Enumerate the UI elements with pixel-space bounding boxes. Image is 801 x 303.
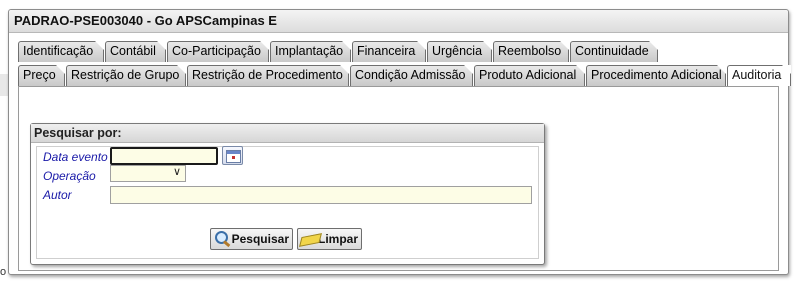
data-evento-input[interactable] bbox=[110, 147, 218, 165]
tab-identificacao[interactable]: Identificação bbox=[18, 41, 104, 62]
data-evento-label: Data evento bbox=[43, 150, 108, 164]
chevron-down-icon: ∨ bbox=[172, 166, 181, 178]
background-text-fragment: o bbox=[0, 266, 7, 278]
eraser-icon bbox=[299, 230, 322, 248]
tab-restricao-procedimento[interactable]: Restrição de Procedimento bbox=[187, 65, 349, 86]
autor-input[interactable] bbox=[110, 186, 532, 204]
calendar-icon bbox=[226, 150, 241, 163]
tab-content-panel: Pesquisar por: Data evento Operação ∨ Au… bbox=[18, 86, 779, 271]
tab-co-participacao[interactable]: Co-Participação bbox=[167, 41, 269, 62]
tab-contabil[interactable]: Contábil bbox=[105, 41, 166, 62]
tab-continuidade[interactable]: Continuidade bbox=[570, 41, 658, 62]
search-panel: Pesquisar por: Data evento Operação ∨ Au… bbox=[30, 123, 545, 265]
tab-procedimento-adicional[interactable]: Procedimento Adicional bbox=[586, 65, 726, 86]
autor-label: Autor bbox=[43, 188, 72, 202]
operacao-select[interactable]: ∨ bbox=[110, 165, 186, 182]
calendar-button[interactable] bbox=[222, 146, 243, 165]
tab-row-secondary: Preço Restrição de Grupo Restrição de Pr… bbox=[18, 65, 792, 86]
tab-auditoria[interactable]: Auditoria bbox=[727, 65, 791, 86]
tab-row-primary: Identificação Contábil Co-Participação I… bbox=[18, 41, 659, 62]
limpar-button-label: Limpar bbox=[317, 232, 358, 246]
search-form: Data evento Operação ∨ Autor Pesquisar L… bbox=[36, 146, 539, 259]
record-window: PADRAO-PSE003040 - Go APSCampinas E Iden… bbox=[8, 9, 792, 275]
tab-implantacao[interactable]: Implantação bbox=[270, 41, 351, 62]
pesquisar-button[interactable]: Pesquisar bbox=[210, 228, 293, 250]
tab-restricao-grupo[interactable]: Restrição de Grupo bbox=[66, 65, 186, 86]
tab-produto-adicional[interactable]: Produto Adicional bbox=[474, 65, 585, 86]
tab-reembolso[interactable]: Reembolso bbox=[493, 41, 569, 62]
window-title: PADRAO-PSE003040 - Go APSCampinas E bbox=[9, 10, 788, 33]
operacao-label: Operação bbox=[43, 169, 96, 183]
tab-financeira[interactable]: Financeira bbox=[352, 41, 426, 62]
limpar-button[interactable]: Limpar bbox=[297, 228, 362, 250]
tab-preco[interactable]: Preço bbox=[18, 65, 65, 86]
magnifier-icon bbox=[213, 230, 231, 248]
tab-urgencia[interactable]: Urgência bbox=[427, 41, 492, 62]
search-panel-title: Pesquisar por: bbox=[31, 124, 544, 143]
tab-condicao-admissao[interactable]: Condição Admissão bbox=[350, 65, 473, 86]
pesquisar-button-label: Pesquisar bbox=[231, 232, 289, 246]
background-panel-edge bbox=[0, 74, 8, 96]
